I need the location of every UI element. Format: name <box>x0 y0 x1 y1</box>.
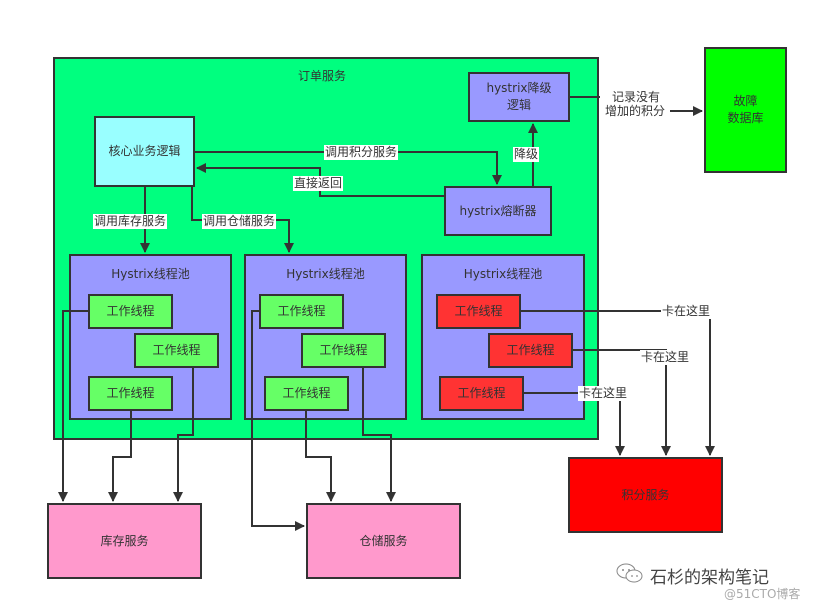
edge-label-stuck: 卡在这里 <box>578 386 629 401</box>
edge-worker-inventory <box>173 368 194 502</box>
edge-label-stuck: 卡在这里 <box>661 304 712 319</box>
edge-worker-inventory <box>58 310 88 502</box>
edge-label-record-2: 增加的积分 <box>604 104 667 119</box>
wechat-icon <box>616 563 643 583</box>
edge-label-call-points: 调用积分服务 <box>324 145 399 160</box>
edge-label-record-1: 记录没有 <box>611 90 662 105</box>
edge-stuck-1 <box>521 310 715 456</box>
edge-label-degrade: 降级 <box>513 147 540 162</box>
edge-label-return-direct: 直接返回 <box>293 176 344 191</box>
edge-stuck-3 <box>524 392 625 456</box>
edge-worker-warehouse <box>251 310 305 531</box>
edge-worker-inventory <box>108 411 132 502</box>
watermark-source: @51CTO博客 <box>724 587 801 601</box>
edge-label-call-inventory: 调用库存服务 <box>93 214 168 229</box>
edge-worker-warehouse <box>305 411 336 502</box>
edge-label-call-warehouse: 调用仓储服务 <box>202 214 277 229</box>
edge-label-stuck: 卡在这里 <box>640 350 691 365</box>
edge-worker-warehouse <box>362 368 396 502</box>
